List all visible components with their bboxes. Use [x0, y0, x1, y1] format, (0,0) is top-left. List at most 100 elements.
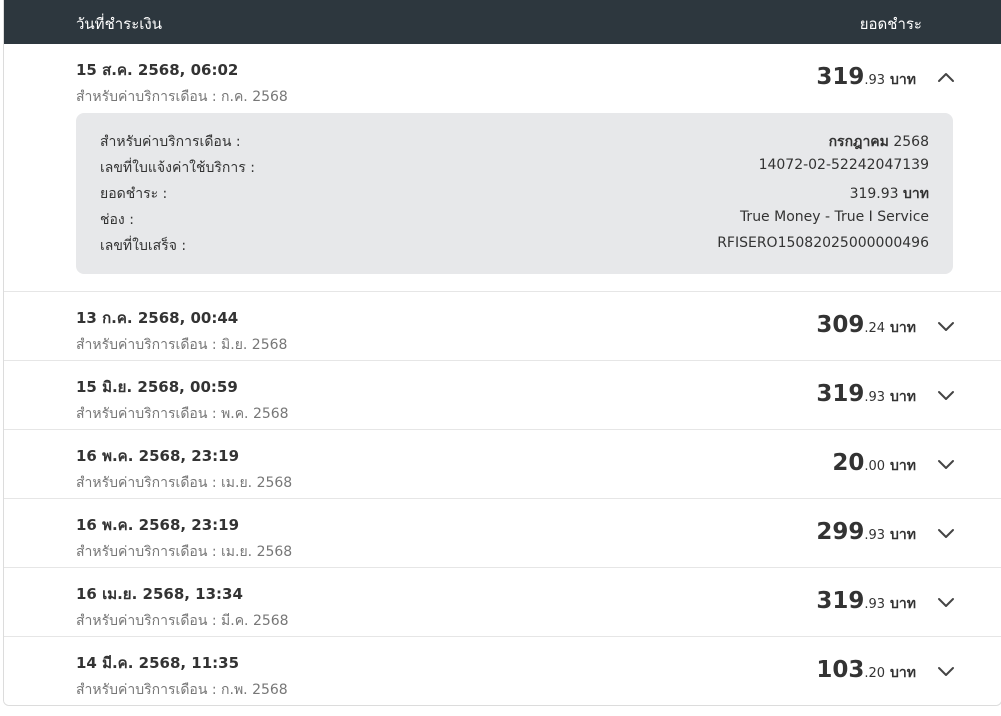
- payment-date: 15 ส.ค. 2568, 06:02: [76, 61, 239, 79]
- amount-decimal: .93: [864, 528, 886, 543]
- amount-integer: 319: [816, 64, 865, 90]
- amount-integer: 299: [816, 519, 865, 545]
- detail-service-month: สำหรับค่าบริการเดือน : กรกฎาคม 2568: [100, 131, 929, 151]
- amount-unit: บาท: [890, 458, 916, 474]
- service-month-separator: :: [211, 475, 217, 491]
- detail-month-name: กรกฎาคม: [828, 134, 889, 150]
- payment-amount: 20.00 บาท: [832, 450, 916, 477]
- chevron-down-icon[interactable]: [936, 385, 956, 405]
- detail-channel: ช่อง : True Money - True I Service: [100, 209, 929, 229]
- detail-channel-value: True Money - True I Service: [739, 209, 929, 225]
- amount-unit: บาท: [890, 527, 916, 543]
- payment-row[interactable]: 16 พ.ค. 2568, 23:19 สำหรับค่าบริการเดือน …: [4, 430, 1001, 499]
- payment-row[interactable]: 15 มิ.ย. 2568, 00:59 สำหรับค่าบริการเดือน…: [4, 361, 1001, 430]
- amount-decimal: .00: [864, 459, 886, 474]
- payment-amount: 103.20 บาท: [816, 657, 916, 684]
- detail-receipt-number: เลขที่ใบเสร็จ : RFISERO15082025000000496: [100, 235, 929, 255]
- amount-integer: 319: [816, 381, 865, 407]
- detail-receipt-number-value: RFISERO15082025000000496: [717, 235, 929, 251]
- amount-unit: บาท: [890, 72, 916, 88]
- payment-amount: 319.93 บาท: [816, 588, 916, 615]
- service-month-separator: :: [211, 89, 217, 105]
- payment-amount: 319.93 บาท: [816, 64, 916, 91]
- service-month-separator: :: [211, 682, 217, 698]
- amount-decimal: .24: [864, 321, 886, 336]
- chevron-down-icon[interactable]: [936, 661, 956, 681]
- service-month-prefix: สำหรับค่าบริการเดือน: [76, 337, 208, 353]
- amount-decimal: .20: [864, 666, 886, 681]
- service-month: ก.พ. 2568: [221, 682, 288, 698]
- payment-list: 15 ส.ค. 2568, 06:02 สำหรับค่าบริการเดือน …: [4, 44, 1001, 705]
- amount-decimal: .93: [864, 73, 886, 88]
- detail-invoice-number-label: เลขที่ใบแจ้งค่าใช้บริการ :: [100, 160, 255, 176]
- service-month-separator: :: [211, 406, 217, 422]
- header-amount: ยอดชำระ: [859, 15, 922, 33]
- service-month-prefix: สำหรับค่าบริการเดือน: [76, 89, 208, 105]
- detail-paid-amount: ยอดชำระ : 319.93 บาท: [100, 183, 929, 203]
- payment-row[interactable]: 15 ส.ค. 2568, 06:02 สำหรับค่าบริการเดือน …: [4, 44, 1001, 292]
- payment-date: 15 มิ.ย. 2568, 00:59: [76, 378, 238, 396]
- service-month-separator: :: [211, 337, 217, 353]
- amount-decimal: .93: [864, 390, 886, 405]
- amount-integer: 103: [816, 657, 865, 683]
- amount-unit: บาท: [890, 596, 916, 612]
- service-month: มี.ค. 2568: [221, 613, 289, 629]
- detail-invoice-number-value: 14072-02-52242047139: [758, 157, 929, 173]
- service-month-prefix: สำหรับค่าบริการเดือน: [76, 682, 208, 698]
- detail-receipt-number-label: เลขที่ใบเสร็จ :: [100, 238, 187, 254]
- service-month-prefix: สำหรับค่าบริการเดือน: [76, 613, 208, 629]
- payment-row[interactable]: 16 เม.ย. 2568, 13:34 สำหรับค่าบริการเดือน…: [4, 568, 1001, 637]
- service-month: พ.ค. 2568: [221, 406, 289, 422]
- payment-row[interactable]: 13 ก.ค. 2568, 00:44 สำหรับค่าบริการเดือน …: [4, 292, 1001, 361]
- service-month-line: สำหรับค่าบริการเดือน : ก.พ. 2568: [76, 679, 288, 701]
- service-month-line: สำหรับค่าบริการเดือน : พ.ค. 2568: [76, 403, 289, 425]
- detail-paid-unit: บาท: [903, 186, 929, 202]
- service-month-line: สำหรับค่าบริการเดือน : ก.ค. 2568: [76, 86, 288, 108]
- payment-amount: 309.24 บาท: [816, 312, 916, 339]
- amount-decimal: .93: [864, 597, 886, 612]
- service-month-line: สำหรับค่าบริการเดือน : มี.ค. 2568: [76, 610, 289, 632]
- chevron-down-icon[interactable]: [936, 454, 956, 474]
- service-month-line: สำหรับค่าบริการเดือน : เม.ย. 2568: [76, 541, 292, 563]
- detail-paid-amount-label: ยอดชำระ :: [100, 186, 168, 202]
- amount-unit: บาท: [890, 665, 916, 681]
- detail-paid-value: 319.93: [849, 186, 899, 202]
- service-month-prefix: สำหรับค่าบริการเดือน: [76, 544, 208, 560]
- payment-date: 16 เม.ย. 2568, 13:34: [76, 585, 243, 603]
- detail-service-month-label: สำหรับค่าบริการเดือน :: [100, 134, 241, 150]
- payment-amount: 319.93 บาท: [816, 381, 916, 408]
- payment-row[interactable]: 16 พ.ค. 2568, 23:19 สำหรับค่าบริการเดือน …: [4, 499, 1001, 568]
- service-month-prefix: สำหรับค่าบริการเดือน: [76, 406, 208, 422]
- payment-date: 16 พ.ค. 2568, 23:19: [76, 447, 240, 465]
- amount-unit: บาท: [890, 320, 916, 336]
- payment-date: 13 ก.ค. 2568, 00:44: [76, 309, 239, 327]
- chevron-up-icon[interactable]: [936, 68, 956, 88]
- payment-amount: 299.93 บาท: [816, 519, 916, 546]
- chevron-down-icon[interactable]: [936, 523, 956, 543]
- service-month: เม.ย. 2568: [221, 475, 293, 491]
- payment-date: 16 พ.ค. 2568, 23:19: [76, 516, 240, 534]
- amount-integer: 309: [816, 312, 865, 338]
- payment-details-panel: สำหรับค่าบริการเดือน : กรกฎาคม 2568 เลขที่…: [76, 113, 953, 274]
- detail-channel-label: ช่อง :: [100, 212, 134, 228]
- header-payment-date: วันที่ชำระเงิน: [76, 15, 162, 33]
- payment-row[interactable]: 14 มี.ค. 2568, 11:35 สำหรับค่าบริการเดือน…: [4, 637, 1001, 705]
- chevron-down-icon[interactable]: [936, 592, 956, 612]
- table-header: วันที่ชำระเงิน ยอดชำระ: [4, 0, 1001, 44]
- detail-month-year: 2568: [893, 134, 929, 150]
- service-month-line: สำหรับค่าบริการเดือน : มิ.ย. 2568: [76, 334, 287, 356]
- service-month: ก.ค. 2568: [221, 89, 288, 105]
- amount-integer: 20: [832, 450, 865, 476]
- amount-integer: 319: [816, 588, 865, 614]
- amount-unit: บาท: [890, 389, 916, 405]
- service-month: มิ.ย. 2568: [221, 337, 288, 353]
- service-month-separator: :: [211, 613, 217, 629]
- service-month-separator: :: [211, 544, 217, 560]
- detail-invoice-number: เลขที่ใบแจ้งค่าใช้บริการ : 14072-02-52242…: [100, 157, 929, 177]
- payment-date: 14 มี.ค. 2568, 11:35: [76, 654, 240, 672]
- service-month: เม.ย. 2568: [221, 544, 293, 560]
- payment-history-panel: วันที่ชำระเงิน ยอดชำระ 15 ส.ค. 2568, 06:…: [3, 0, 1001, 706]
- chevron-down-icon[interactable]: [936, 316, 956, 336]
- service-month-prefix: สำหรับค่าบริการเดือน: [76, 475, 208, 491]
- service-month-line: สำหรับค่าบริการเดือน : เม.ย. 2568: [76, 472, 292, 494]
